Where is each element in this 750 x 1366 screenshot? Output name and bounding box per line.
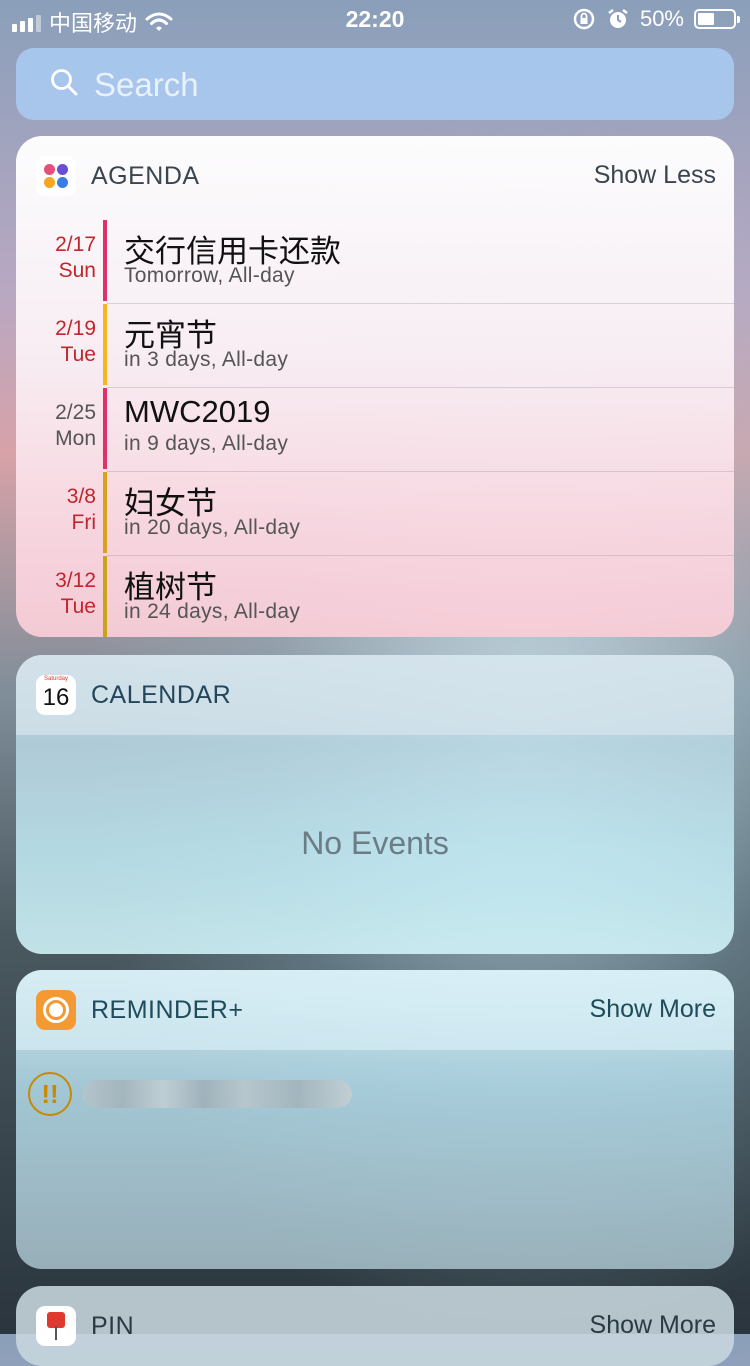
calendar-title: CALENDAR [91,681,232,709]
event-color-bar [103,304,107,385]
event-subtitle: in 20 days, All-day [124,516,301,539]
event-color-bar [103,556,107,637]
search-input[interactable] [92,60,696,110]
rotation-lock-icon [573,8,595,30]
reminder-title: REMINDER+ [91,996,244,1024]
event-title: MWC2019 [124,394,271,429]
agenda-event[interactable]: 2/19 Tue 元宵节 in 3 days, All-day [16,304,734,388]
pin-title: PIN [91,1312,135,1340]
event-date: 3/12 Tue [55,569,96,618]
event-subtitle: in 3 days, All-day [124,348,289,371]
agenda-event[interactable]: 2/17 Sun 交行信用卡还款 Tomorrow, All-day [16,220,734,304]
event-subtitle: in 24 days, All-day [124,600,301,623]
calendar-widget: Saturday 16 CALENDAR No Events [16,655,734,954]
status-bar: 中国移动 22:20 50% [0,0,750,40]
show-less-button[interactable]: Show Less [594,161,716,190]
agenda-event[interactable]: 3/8 Fri 妇女节 in 20 days, All-day [16,472,734,556]
event-subtitle: Tomorrow, All-day [124,264,295,287]
event-date: 3/8 Fri [66,485,96,534]
agenda-title: AGENDA [91,162,200,190]
agenda-app-icon [36,156,76,196]
reminder-widget: REMINDER+ Show More !! [16,970,734,1269]
pin-widget: PIN Show More [16,1286,734,1366]
reminder-app-icon [36,990,76,1030]
search-icon [51,69,78,96]
pin-header: PIN Show More [16,1286,734,1366]
show-more-button[interactable]: Show More [590,995,716,1024]
pin-show-more-button[interactable]: Show More [590,1311,716,1340]
event-color-bar [103,388,107,469]
event-date: 2/19 Tue [55,317,96,366]
calendar-app-icon: Saturday 16 [36,675,76,715]
status-right: 50% [572,6,740,32]
agenda-event[interactable]: 3/12 Tue 植树节 in 24 days, All-day [16,556,734,637]
pushpin-icon [36,1306,76,1346]
no-events-label: No Events [301,825,449,861]
reminder-item-blurred[interactable] [82,1080,352,1108]
reminder-header: REMINDER+ Show More [16,970,734,1050]
alarm-icon [608,9,628,28]
event-color-bar [103,220,107,301]
event-subtitle: in 9 days, All-day [124,432,289,455]
event-date: 2/17 Sun [55,233,96,282]
agenda-event[interactable]: 2/25 Mon MWC2019 in 9 days, All-day [16,388,734,472]
battery-icon [694,9,740,29]
event-date: 2/25 Mon [55,401,96,450]
search-bar[interactable] [16,48,734,120]
priority-icon[interactable]: !! [28,1072,72,1116]
agenda-widget: AGENDA Show Less 2/17 Sun 交行信用卡还款 Tomorro… [16,136,734,637]
battery-percent: 50% [639,6,684,31]
calendar-header: Saturday 16 CALENDAR [16,655,734,735]
event-color-bar [103,472,107,553]
agenda-header: AGENDA Show Less [16,136,734,220]
